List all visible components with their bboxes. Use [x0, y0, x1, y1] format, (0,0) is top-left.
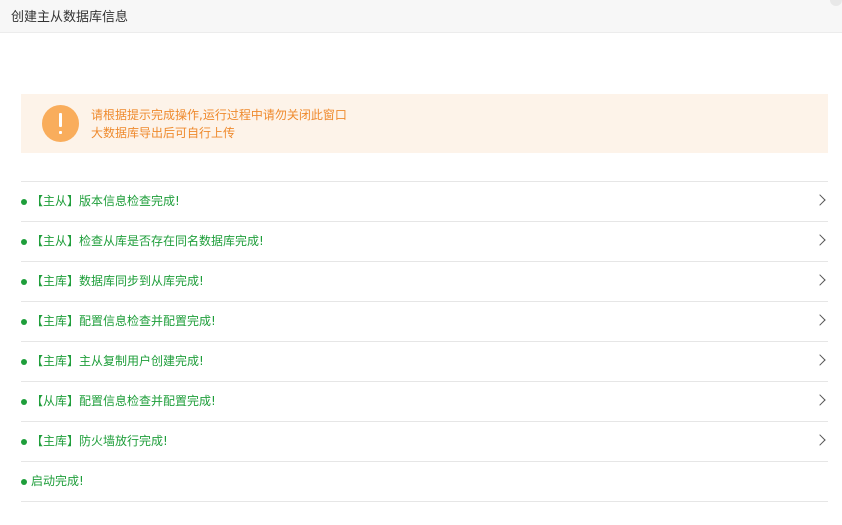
status-dot-icon	[21, 199, 27, 205]
step-list: 【主从】版本信息检查完成! 【主从】检查从库是否存在同名数据库完成! 【主库】数…	[21, 181, 828, 502]
step-label: 【主从】检查从库是否存在同名数据库完成!	[31, 234, 264, 248]
notice-line: 大数据库导出后可自行上传	[91, 126, 236, 140]
step-item[interactable]: 【从库】配置信息检查并配置完成!	[21, 382, 828, 422]
chevron-right-icon[interactable]	[814, 314, 826, 326]
step-label: 【主从】版本信息检查完成!	[31, 194, 180, 208]
close-icon[interactable]	[830, 0, 842, 6]
notice-line: 请根据提示完成操作,运行过程中请勿关闭此窗口	[91, 108, 347, 122]
step-label: 【主库】配置信息检查并配置完成!	[31, 314, 216, 328]
dialog-title: 创建主从数据库信息	[11, 10, 129, 25]
chevron-right-icon[interactable]	[814, 194, 826, 206]
step-label: 【从库】配置信息检查并配置完成!	[31, 394, 216, 408]
status-dot-icon	[21, 239, 27, 245]
status-dot-icon	[21, 439, 27, 445]
chevron-right-icon[interactable]	[814, 234, 826, 246]
step-item[interactable]: 【主库】配置信息检查并配置完成!	[21, 302, 828, 342]
step-label: 【主库】防火墙放行完成!	[31, 434, 168, 448]
step-item[interactable]: 【主从】检查从库是否存在同名数据库完成!	[21, 222, 828, 262]
chevron-right-icon[interactable]	[814, 274, 826, 286]
dialog-titlebar: 创建主从数据库信息	[0, 0, 842, 33]
step-label: 启动完成!	[31, 474, 84, 488]
chevron-right-icon[interactable]	[814, 394, 826, 406]
chevron-right-icon[interactable]	[814, 434, 826, 446]
status-dot-icon	[21, 319, 27, 325]
notice-text: 请根据提示完成操作,运行过程中请勿关闭此窗口 大数据库导出后可自行上传	[91, 106, 347, 142]
status-dot-icon	[21, 279, 27, 285]
notice-banner: 请根据提示完成操作,运行过程中请勿关闭此窗口 大数据库导出后可自行上传	[21, 94, 828, 153]
warning-icon	[42, 105, 79, 142]
status-dot-icon	[21, 359, 27, 365]
step-label: 【主库】主从复制用户创建完成!	[31, 354, 204, 368]
step-label: 【主库】数据库同步到从库完成!	[31, 274, 204, 288]
step-item[interactable]: 【主库】主从复制用户创建完成!	[21, 342, 828, 382]
step-item-final: 启动完成!	[21, 462, 828, 502]
status-dot-icon	[21, 399, 27, 405]
step-item[interactable]: 【主库】防火墙放行完成!	[21, 422, 828, 462]
status-dot-icon	[21, 479, 27, 485]
step-item[interactable]: 【主从】版本信息检查完成!	[21, 182, 828, 222]
chevron-right-icon[interactable]	[814, 354, 826, 366]
step-item[interactable]: 【主库】数据库同步到从库完成!	[21, 262, 828, 302]
